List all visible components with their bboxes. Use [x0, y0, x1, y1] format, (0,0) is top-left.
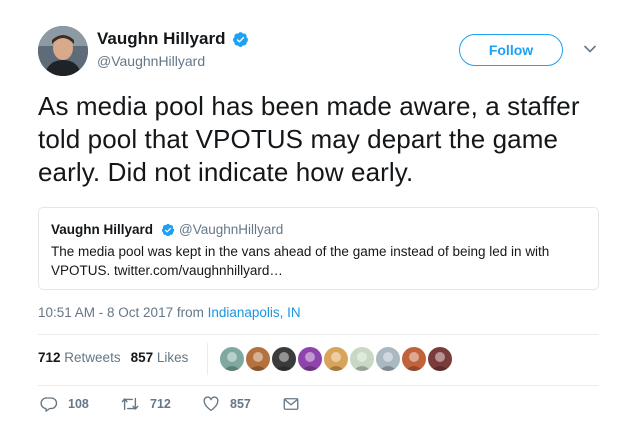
quoted-author-handle: @VaughnHillyard	[179, 222, 284, 237]
illustrated-avatar[interactable]	[349, 346, 375, 372]
heart-icon	[203, 396, 219, 412]
likes-label: Likes	[156, 350, 189, 365]
chevron-down-icon[interactable]	[583, 44, 597, 54]
tweet-stats: 712 Retweets 857 Likes	[38, 350, 188, 365]
retweet-icon	[121, 397, 139, 411]
like-count: 857	[230, 397, 251, 411]
quoted-author-name: Vaughn Hillyard	[51, 222, 154, 237]
quoted-tweet-text: The media pool was kept in the vans ahea…	[51, 244, 550, 278]
tweet-text: As media pool has been made aware, a sta…	[38, 91, 580, 187]
verified-badge-icon	[233, 32, 248, 47]
face-avatar[interactable]	[245, 346, 271, 372]
divider	[38, 334, 599, 335]
reply-icon	[40, 397, 58, 412]
group-avatar[interactable]	[401, 346, 427, 372]
author-handle[interactable]: @VaughnHillyard	[97, 53, 205, 69]
retweet-count: 712	[150, 397, 171, 411]
quoted-tweet[interactable]: Vaughn Hillyard @VaughnHillyard The medi…	[38, 207, 599, 290]
reply-button[interactable]: 108	[40, 395, 89, 413]
like-button[interactable]: 857	[202, 395, 251, 413]
author-photo-icon	[38, 26, 88, 76]
portrait-avatar[interactable]	[427, 346, 453, 372]
timestamp[interactable]: 10:51 AM - 8 Oct 2017 from	[38, 305, 208, 320]
cartoon-avatar[interactable]	[297, 346, 323, 372]
tweet-metadata: 10:51 AM - 8 Oct 2017 from Indianapolis,…	[38, 305, 301, 320]
follow-button[interactable]: Follow	[459, 34, 563, 66]
likes-count: 857	[130, 350, 154, 365]
person-avatar[interactable]	[271, 346, 297, 372]
envelope-icon	[283, 398, 299, 410]
blonde-avatar[interactable]	[323, 346, 349, 372]
retweets-label: Retweets	[64, 350, 121, 365]
location-link[interactable]: Indianapolis, IN	[208, 305, 301, 320]
likes-stat[interactable]: 857 Likes	[131, 350, 189, 365]
author-avatar[interactable]	[38, 26, 88, 76]
statue-avatar[interactable]	[219, 346, 245, 372]
stats-separator	[207, 343, 208, 375]
retweet-button[interactable]: 712	[120, 395, 171, 413]
reply-count: 108	[68, 397, 89, 411]
retweets-stat[interactable]: 712 Retweets	[38, 350, 121, 365]
author-name[interactable]: Vaughn Hillyard	[97, 29, 225, 49]
verified-badge-icon	[161, 223, 175, 237]
direct-message-button[interactable]	[282, 395, 310, 413]
retweets-count: 712	[38, 350, 61, 365]
divider	[38, 385, 599, 386]
default-avatar[interactable]	[375, 346, 401, 372]
